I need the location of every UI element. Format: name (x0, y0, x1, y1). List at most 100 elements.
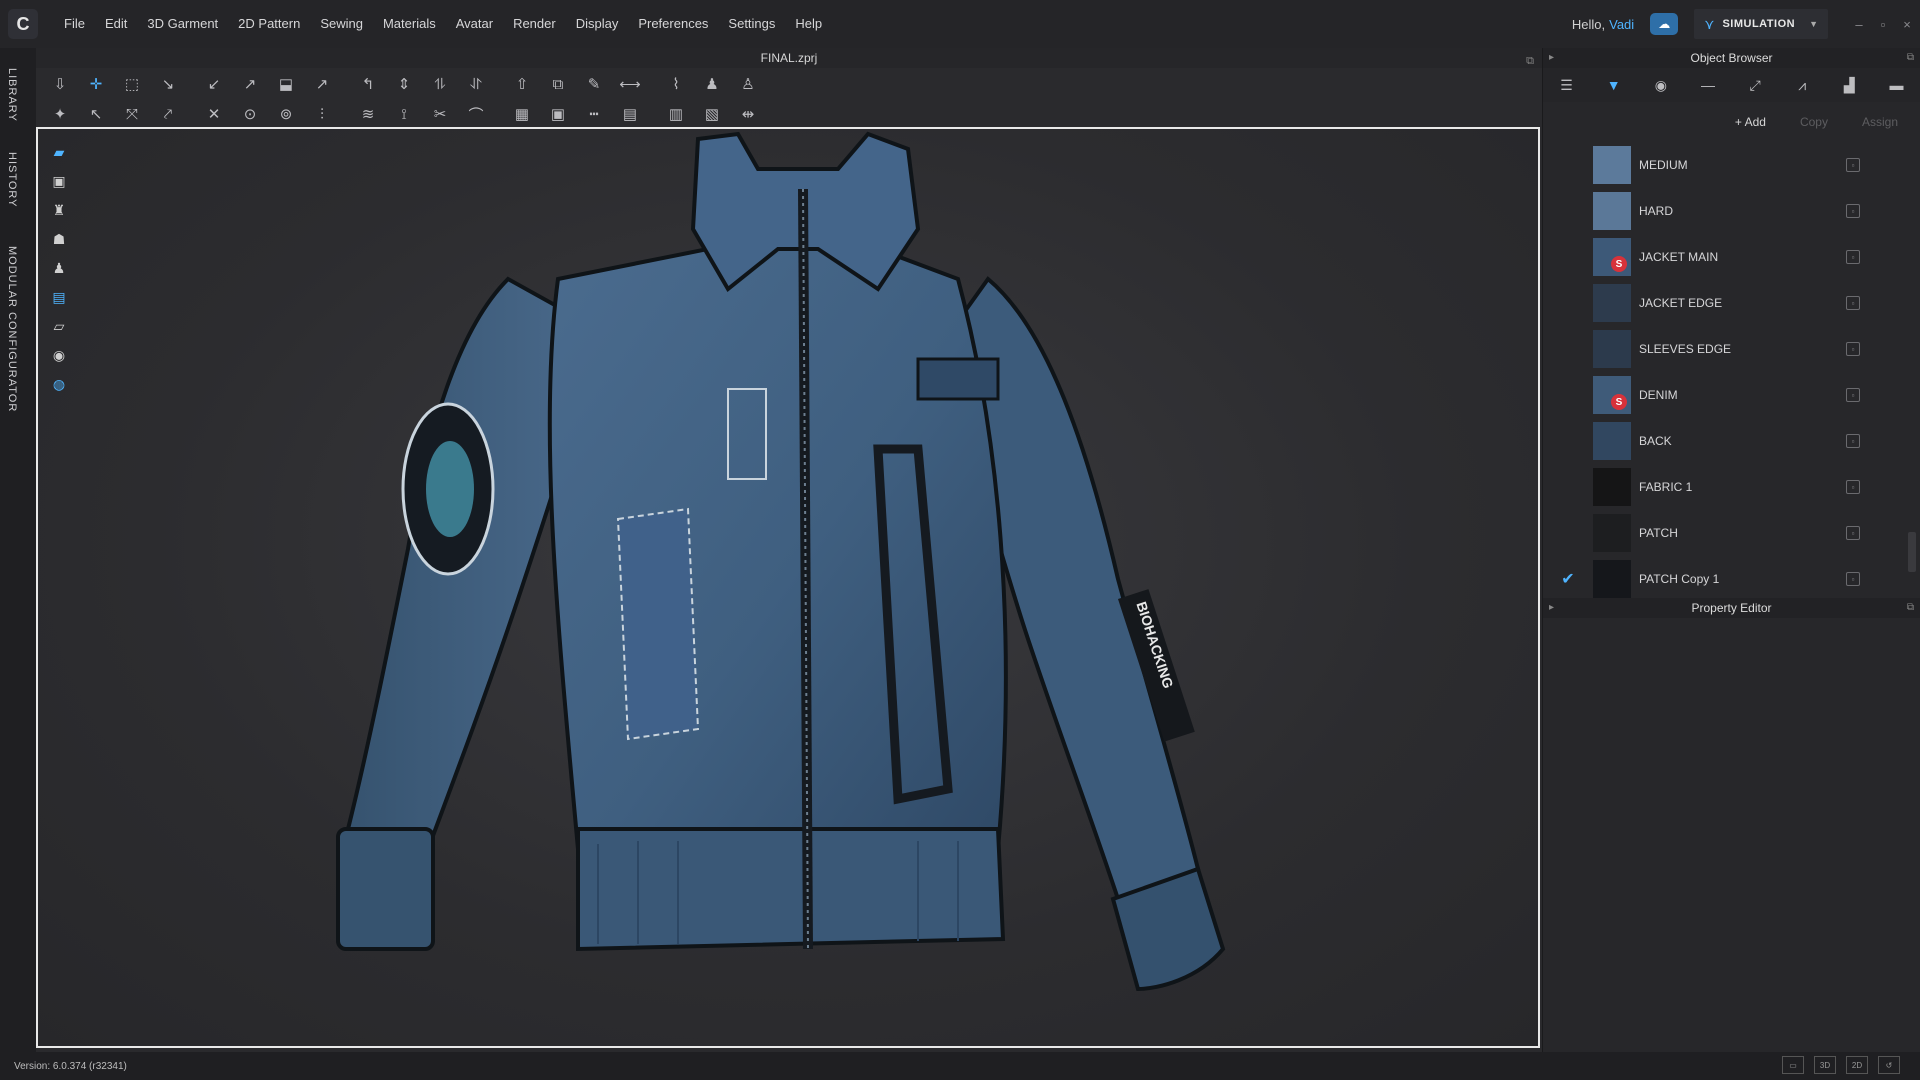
elastic-icon[interactable]: ⟟ (390, 101, 418, 127)
material-options-icon[interactable]: ▫ (1846, 572, 1860, 586)
tape-icon[interactable]: ⌇ (662, 71, 690, 97)
menu-item-sewing[interactable]: Sewing (310, 0, 373, 48)
piping-icon[interactable]: ⌒ (462, 101, 490, 127)
list-item[interactable]: JACKET EDGE ▫ (1543, 280, 1920, 326)
cloud-icon[interactable]: ☁ (1650, 13, 1679, 35)
sim-point-icon[interactable]: ↘ (154, 71, 182, 97)
menu-item-avatar[interactable]: Avatar (446, 0, 503, 48)
button-icon[interactable]: ◉ (1646, 72, 1676, 98)
menu-item-2d-pattern[interactable]: 2D Pattern (228, 0, 310, 48)
maximize-icon[interactable]: ▫ (1872, 13, 1894, 35)
strengthen-icon[interactable]: ⇧ (508, 71, 536, 97)
add-button[interactable]: + Add (1721, 111, 1780, 133)
collapse-arrow-icon[interactable]: ▸ (1549, 598, 1554, 618)
pin-icon[interactable]: ↙ (200, 71, 228, 97)
trim-icon[interactable]: ▬ (1881, 72, 1911, 98)
zipper-icon[interactable]: ⤢ (1740, 72, 1770, 98)
menu-item-edit[interactable]: Edit (95, 0, 137, 48)
popout-icon[interactable]: ⧉ (1907, 598, 1914, 618)
menu-item-display[interactable]: Display (566, 0, 629, 48)
material-options-icon[interactable]: ▫ (1846, 158, 1860, 172)
material-options-icon[interactable]: ▫ (1846, 250, 1860, 264)
list-item[interactable]: BACK ▫ (1543, 418, 1920, 464)
multi-sewing-icon[interactable]: ✕ (200, 101, 228, 127)
menu-item-help[interactable]: Help (785, 0, 832, 48)
list-item[interactable]: FABRIC 1 ▫ (1543, 464, 1920, 510)
3d-view-button[interactable]: 3D (1814, 1056, 1836, 1074)
trim-icon[interactable]: ✂ (426, 101, 454, 127)
sewing-line-icon[interactable]: ↖ (82, 101, 110, 127)
assign-button[interactable]: Assign (1848, 111, 1912, 133)
refresh-icon[interactable]: ↺ (1878, 1056, 1900, 1074)
transform-box-icon[interactable]: ⬚ (118, 71, 146, 97)
tack-icon[interactable]: ↗ (236, 71, 264, 97)
fold-icon[interactable]: ⥮ (426, 71, 454, 97)
material-options-icon[interactable]: ▫ (1846, 388, 1860, 402)
texture-icon[interactable]: ▦ (508, 101, 536, 127)
list-item[interactable]: S DENIM ▫ (1543, 372, 1920, 418)
fabric-icon[interactable]: ▥ (662, 101, 690, 127)
material-options-icon[interactable]: ▫ (1846, 480, 1860, 494)
list-item[interactable]: HARD ▫ (1543, 188, 1920, 234)
material-options-icon[interactable]: ▫ (1846, 204, 1860, 218)
checkmark-icon[interactable]: ✔ (1543, 569, 1593, 589)
topstitch-icon[interactable]: — (1693, 72, 1723, 98)
segment-sewing-icon[interactable]: ⤤ (154, 101, 182, 127)
layout-icon[interactable]: ▤ (616, 101, 644, 127)
tab-library[interactable]: LIBRARY (6, 68, 18, 122)
steam-icon[interactable]: ✎ (580, 71, 608, 97)
free-sewing-icon[interactable]: ⤧ (118, 101, 146, 127)
3d-viewport[interactable]: ▰ ▣ ♜ ☗ ♟ ▤ ▱ ◉ ◍ BIOHACKING (36, 127, 1540, 1048)
single-view-button[interactable]: ▭ (1782, 1056, 1804, 1074)
user-name[interactable]: Vadi (1609, 17, 1634, 32)
menu-item-render[interactable]: Render (503, 0, 566, 48)
list-item[interactable]: PATCH ▫ (1543, 510, 1920, 556)
menu-item-file[interactable]: File (54, 0, 95, 48)
list-item[interactable]: MEDIUM ▫ (1543, 142, 1920, 188)
button-icon[interactable]: ⊙ (236, 101, 264, 127)
list-item[interactable]: SLEEVES EDGE ▫ (1543, 326, 1920, 372)
tab-modular-configurator[interactable]: MODULAR CONFIGURATOR (6, 246, 18, 412)
hide-avatar-icon[interactable]: ♙ (734, 71, 762, 97)
buttonhole-icon[interactable]: ⊚ (272, 101, 300, 127)
graphic-icon[interactable]: ▟ (1834, 72, 1864, 98)
mode-dropdown[interactable]: ⋎ SIMULATION ▼ (1694, 9, 1828, 39)
flatten-icon[interactable]: ⬓ (272, 71, 300, 97)
material-options-icon[interactable]: ▫ (1846, 434, 1860, 448)
fold-arrangement-icon[interactable]: ⥯ (462, 71, 490, 97)
graphic-icon[interactable]: ▣ (544, 101, 572, 127)
list-item[interactable]: ✔ PATCH Copy 1 ▫ (1543, 556, 1920, 602)
piping-icon[interactable]: ⩘ (1787, 72, 1817, 98)
zipper-icon[interactable]: ⫶ (308, 101, 336, 127)
material-options-icon[interactable]: ▫ (1846, 342, 1860, 356)
pin-garment-icon[interactable]: ⧉ (544, 71, 572, 97)
list-icon[interactable]: ☰ (1552, 72, 1582, 98)
menu-item-materials[interactable]: Materials (373, 0, 446, 48)
popout-icon[interactable]: ⧉ (1907, 48, 1914, 68)
select-move-icon[interactable]: ✛ (82, 71, 110, 97)
minimize-icon[interactable]: – (1848, 13, 1870, 35)
menu-item-settings[interactable]: Settings (718, 0, 785, 48)
2d-view-button[interactable]: 2D (1846, 1056, 1868, 1074)
show-avatar-icon[interactable]: ♟ (698, 71, 726, 97)
pattern-icon[interactable]: ▧ (698, 101, 726, 127)
menu-item-3d-garment[interactable]: 3D Garment (137, 0, 228, 48)
material-options-icon[interactable]: ▫ (1846, 526, 1860, 540)
close-icon[interactable]: × (1896, 13, 1918, 35)
copy-button[interactable]: Copy (1786, 111, 1842, 133)
arrangement-icon[interactable]: ⇕ (390, 71, 418, 97)
tab-history[interactable]: HISTORY (6, 152, 18, 208)
measure-icon[interactable]: ⟷ (616, 71, 644, 97)
puckering-icon[interactable]: ≋ (354, 101, 382, 127)
collapse-arrow-icon[interactable]: ▸ (1549, 48, 1554, 68)
fabric-icon[interactable]: ▼ (1599, 72, 1629, 98)
list-item[interactable]: S JACKET MAIN ▫ (1543, 234, 1920, 280)
material-options-icon[interactable]: ▫ (1846, 296, 1860, 310)
move-down-icon[interactable]: ⇩ (46, 71, 74, 97)
topstitch-icon[interactable]: ┅ (580, 101, 608, 127)
edit-curvature-icon[interactable]: ↰ (354, 71, 382, 97)
menu-item-preferences[interactable]: Preferences (628, 0, 718, 48)
split-icon[interactable]: ⇹ (734, 101, 762, 127)
avatar-pose-icon[interactable]: ✦ (46, 101, 74, 127)
segment-icon[interactable]: ↗ (308, 71, 336, 97)
